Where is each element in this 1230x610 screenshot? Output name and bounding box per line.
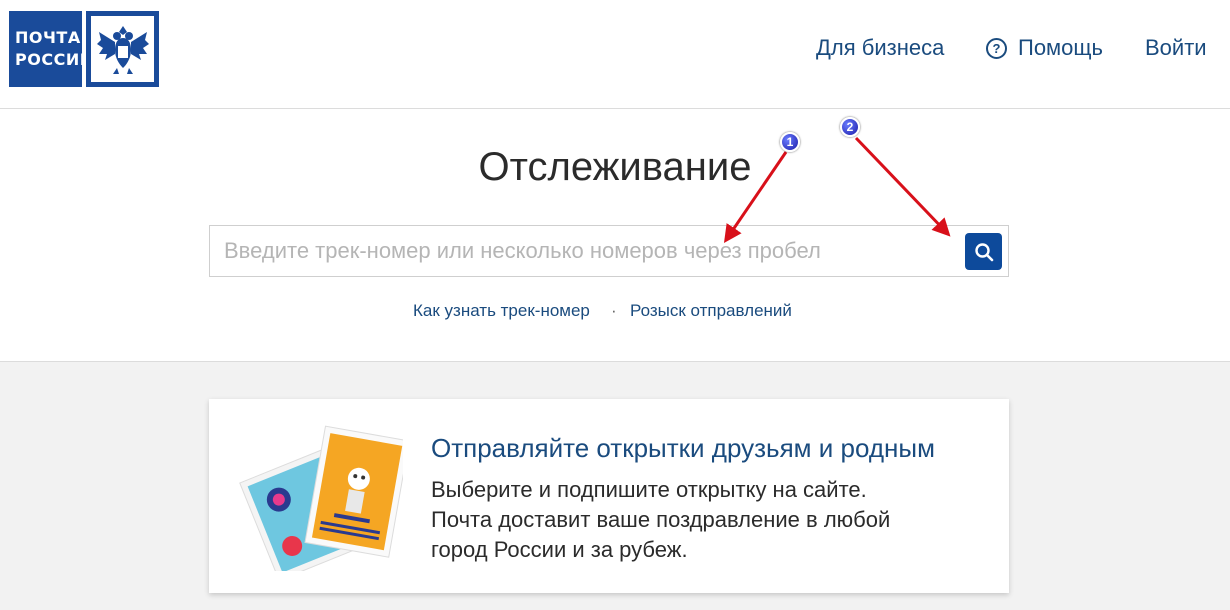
promo-line2: Почта доставит ваше поздравление в любой	[431, 507, 891, 532]
annotation-marker-1: 1	[780, 132, 800, 152]
postcard-promo-card[interactable]: Отправляйте открытки друзьям и родным Вы…	[209, 399, 1009, 593]
nav-help-link[interactable]: ? Помощь	[986, 34, 1103, 62]
promo-title[interactable]: Отправляйте открытки друзьям и родным	[431, 433, 935, 464]
logo-wordmark: ПОЧТА РОССИИ	[9, 11, 94, 87]
postcards-illustration-icon	[239, 425, 403, 571]
logo-line2: РОССИИ	[15, 50, 94, 69]
search-button[interactable]	[965, 233, 1002, 270]
site-header: ПОЧТА РОССИИ Для бизнеса ? Помощь Войти	[0, 0, 1230, 109]
nav-login-link[interactable]: Войти	[1145, 34, 1207, 62]
links-separator: ·	[611, 301, 617, 320]
help-circle-icon: ?	[986, 37, 1007, 59]
nav-login-label: Войти	[1145, 35, 1207, 60]
nav-business-label: Для бизнеса	[816, 35, 945, 60]
russian-post-logo[interactable]: ПОЧТА РОССИИ	[9, 11, 159, 87]
annotation-marker-2: 2	[840, 117, 860, 137]
page-title: Отслеживание	[478, 145, 752, 189]
tracking-search-box	[209, 225, 1009, 277]
promo-description: Выберите и подпишите открытку на сайте. …	[431, 475, 971, 565]
tracking-number-input[interactable]	[210, 226, 960, 276]
promo-line1: Выберите и подпишите открытку на сайте.	[431, 477, 867, 502]
logo-line1: ПОЧТА	[15, 28, 81, 47]
nav-help-label: Помощь	[1018, 35, 1103, 60]
parcel-search-request-link[interactable]: Розыск отправлений	[630, 301, 792, 321]
how-to-find-track-number-link[interactable]: Как узнать трек-номер	[413, 301, 590, 321]
eagle-emblem-icon	[86, 11, 159, 87]
search-icon	[974, 242, 993, 261]
promo-line3: город России и за рубеж.	[431, 537, 688, 562]
nav-for-business-link[interactable]: Для бизнеса	[816, 34, 944, 62]
